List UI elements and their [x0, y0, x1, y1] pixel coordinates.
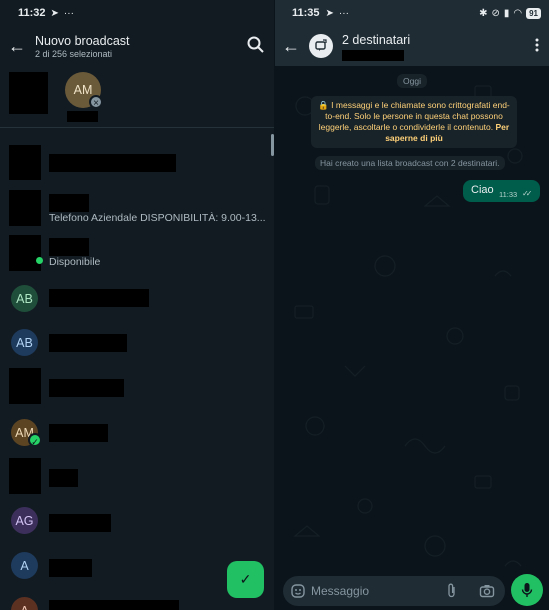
mute-icon: ⊘ [491, 7, 500, 19]
avatar-initials: AB [16, 291, 33, 306]
avatar-initials: AB [16, 335, 33, 350]
contact-avatar: AB [11, 329, 38, 356]
broadcast-chat-screen: 11:35 ➤ ··· ✱ ⊘ ▮ ◠ 91 ← 2 destinatari O… [275, 0, 549, 610]
encryption-text: 🔒 I messaggi e le chiamate sono crittogr… [318, 100, 510, 132]
telegram-notification-icon: ➤ [325, 7, 334, 19]
avatar-initials: A [20, 558, 29, 573]
chat-header: ← 2 destinatari [275, 26, 549, 66]
status-bar: 11:35 ➤ ··· ✱ ⊘ ▮ ◠ 91 [275, 0, 549, 26]
contact-avatar: AG [11, 507, 38, 534]
redacted-contact-name [49, 379, 124, 397]
contact-row[interactable] [0, 365, 274, 410]
more-notifications-icon: ··· [338, 7, 349, 19]
message-text: Ciao [471, 184, 494, 196]
message-composer [283, 576, 505, 606]
avatar-initials: AG [15, 513, 34, 528]
read-receipt-icon: ✓✓ [522, 189, 533, 198]
redacted-contact-name [49, 559, 92, 577]
date-chip: Oggi [397, 74, 427, 88]
screenshot-pair: 11:32 ➤ ··· ✱ ⊘ ▮ ◠ 91 ← Nuovo broadcast… [0, 0, 549, 610]
arrow-left-icon[interactable]: ← [1, 36, 33, 57]
redacted-name [67, 111, 98, 122]
contact-row[interactable]: Telefono Aziendale DISPONIBILITÀ: 9.00-1… [0, 186, 274, 231]
redacted-contact-name [49, 514, 111, 532]
contact-row[interactable] [0, 140, 274, 185]
redacted-avatar [9, 72, 48, 114]
more-notifications-icon: ··· [63, 7, 74, 19]
telegram-notification-icon: ➤ [50, 7, 59, 19]
redacted-contact-name [49, 469, 78, 487]
microphone-button[interactable] [511, 574, 543, 606]
contact-avatar: A [11, 597, 38, 610]
contact-row[interactable]: AB [0, 320, 274, 365]
app-bar: ← Nuovo broadcast 2 di 256 selezionati [0, 26, 274, 66]
system-message: Hai creato una lista broadcast con 2 des… [315, 156, 505, 170]
redacted-contact-name [49, 424, 108, 442]
status-time: 11:32 [18, 7, 46, 19]
selection-count: 2 di 256 selezionati [35, 48, 113, 59]
redacted-contact-name [49, 154, 176, 172]
selected-chip-initials: AM [73, 83, 93, 97]
status-icons: ✱ ⊘ ▮ ◠ 91 [479, 7, 541, 19]
arrow-left-icon[interactable]: ← [275, 36, 307, 57]
avatar-initials: A [20, 604, 28, 610]
battery-icon: 91 [526, 7, 541, 19]
redacted-avatar [9, 368, 41, 404]
contact-avatar: A [11, 552, 38, 579]
contact-row[interactable]: AB [0, 276, 274, 321]
bluetooth-icon: ✱ [479, 7, 488, 19]
contact-row[interactable] [0, 455, 274, 500]
microphone-icon [521, 583, 533, 597]
signal-icon: ▮ [503, 7, 510, 19]
redacted-recipients [342, 50, 404, 61]
remove-selection-icon[interactable]: × [89, 95, 103, 109]
page-title: Nuovo broadcast [35, 33, 130, 48]
encryption-notice[interactable]: 🔒 I messaggi e le chiamate sono crittogr… [311, 96, 517, 148]
redacted-contact-name [49, 238, 89, 256]
contact-row[interactable]: AM ✓ [0, 409, 274, 454]
redacted-contact-name [49, 289, 149, 307]
chat-title[interactable]: 2 destinatari [342, 33, 410, 47]
contact-row[interactable]: Disponibile [0, 232, 274, 277]
message-time: 11:33 [499, 190, 518, 199]
check-icon: ✓ [239, 571, 252, 587]
kebab-menu-icon[interactable] [535, 38, 539, 52]
selected-check-icon: ✓ [28, 433, 42, 447]
new-broadcast-screen: 11:32 ➤ ··· ✱ ⊘ ▮ ◠ 91 ← Nuovo broadcast… [0, 0, 274, 610]
selected-contacts-strip: AM × [0, 66, 274, 128]
wifi-icon: ◠ [513, 7, 523, 19]
emoji-icon[interactable] [290, 583, 306, 599]
outgoing-message[interactable]: Ciao 11:33 ✓✓ [463, 180, 540, 202]
status-time: 11:35 [292, 7, 320, 19]
search-icon[interactable] [246, 35, 266, 55]
redacted-contact-name [49, 194, 89, 212]
camera-icon[interactable] [479, 583, 495, 599]
redacted-avatar [9, 458, 41, 494]
scrollbar[interactable] [271, 134, 274, 156]
app-bar-titles: Nuovo broadcast 2 di 256 selezionati [35, 34, 130, 59]
message-input[interactable] [311, 582, 431, 600]
confirm-fab-button[interactable]: ✓ [227, 561, 264, 598]
contact-status: Telefono Aziendale DISPONIBILITÀ: 9.00-1… [49, 212, 266, 224]
contact-row[interactable]: AG [0, 498, 274, 543]
contact-status: Disponibile [49, 256, 101, 268]
online-indicator-icon [36, 257, 43, 264]
redacted-contact-name [49, 334, 127, 352]
redacted-avatar [9, 190, 41, 226]
status-bar: 11:32 ➤ ··· ✱ ⊘ ▮ ◠ 91 [0, 0, 274, 26]
redacted-contact-name [49, 600, 179, 610]
paperclip-icon[interactable] [445, 583, 459, 599]
redacted-avatar [9, 145, 41, 180]
broadcast-icon[interactable] [309, 34, 333, 58]
redacted-avatar [9, 235, 41, 271]
contact-avatar: AB [11, 285, 38, 312]
